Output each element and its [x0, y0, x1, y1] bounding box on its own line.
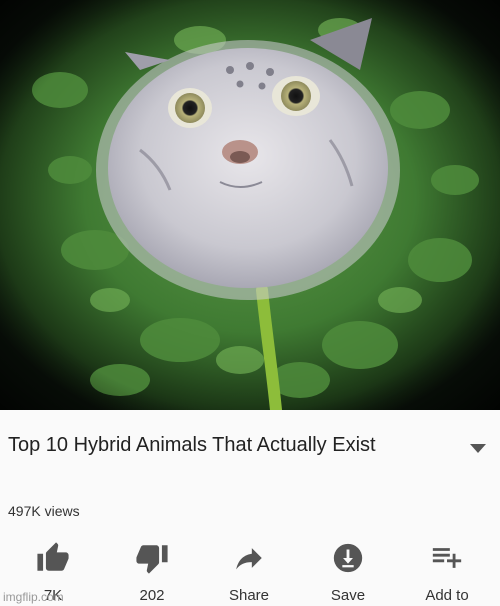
thumbs-down-icon — [136, 545, 168, 574]
view-count: 497K views — [8, 503, 80, 519]
share-arrow-icon — [236, 548, 262, 570]
video-title: Top 10 Hybrid Animals That Actually Exis… — [8, 434, 376, 456]
add-to-label: Add to — [425, 587, 469, 604]
save-label: Save — [330, 587, 366, 604]
dislike-count: 202 — [139, 587, 165, 604]
thumbs-up-icon — [37, 542, 69, 571]
dislike-button[interactable]: 202 — [107, 541, 197, 604]
cat-dandelion-image — [0, 0, 500, 410]
download-circle-icon — [333, 543, 363, 573]
add-to-button[interactable]: Add to — [402, 541, 492, 604]
save-button[interactable]: Save — [303, 541, 393, 604]
watermark-text: imgflip.com — [3, 590, 64, 604]
action-bar: 7K 202 Share Save Add to — [0, 541, 500, 604]
playlist-add-icon — [432, 548, 462, 568]
video-info-panel: Top 10 Hybrid Animals That Actually Exis… — [0, 410, 500, 606]
expand-description-icon[interactable] — [470, 444, 486, 453]
share-button[interactable]: Share — [204, 541, 294, 604]
share-label: Share — [228, 587, 270, 604]
video-thumbnail[interactable] — [0, 0, 500, 410]
